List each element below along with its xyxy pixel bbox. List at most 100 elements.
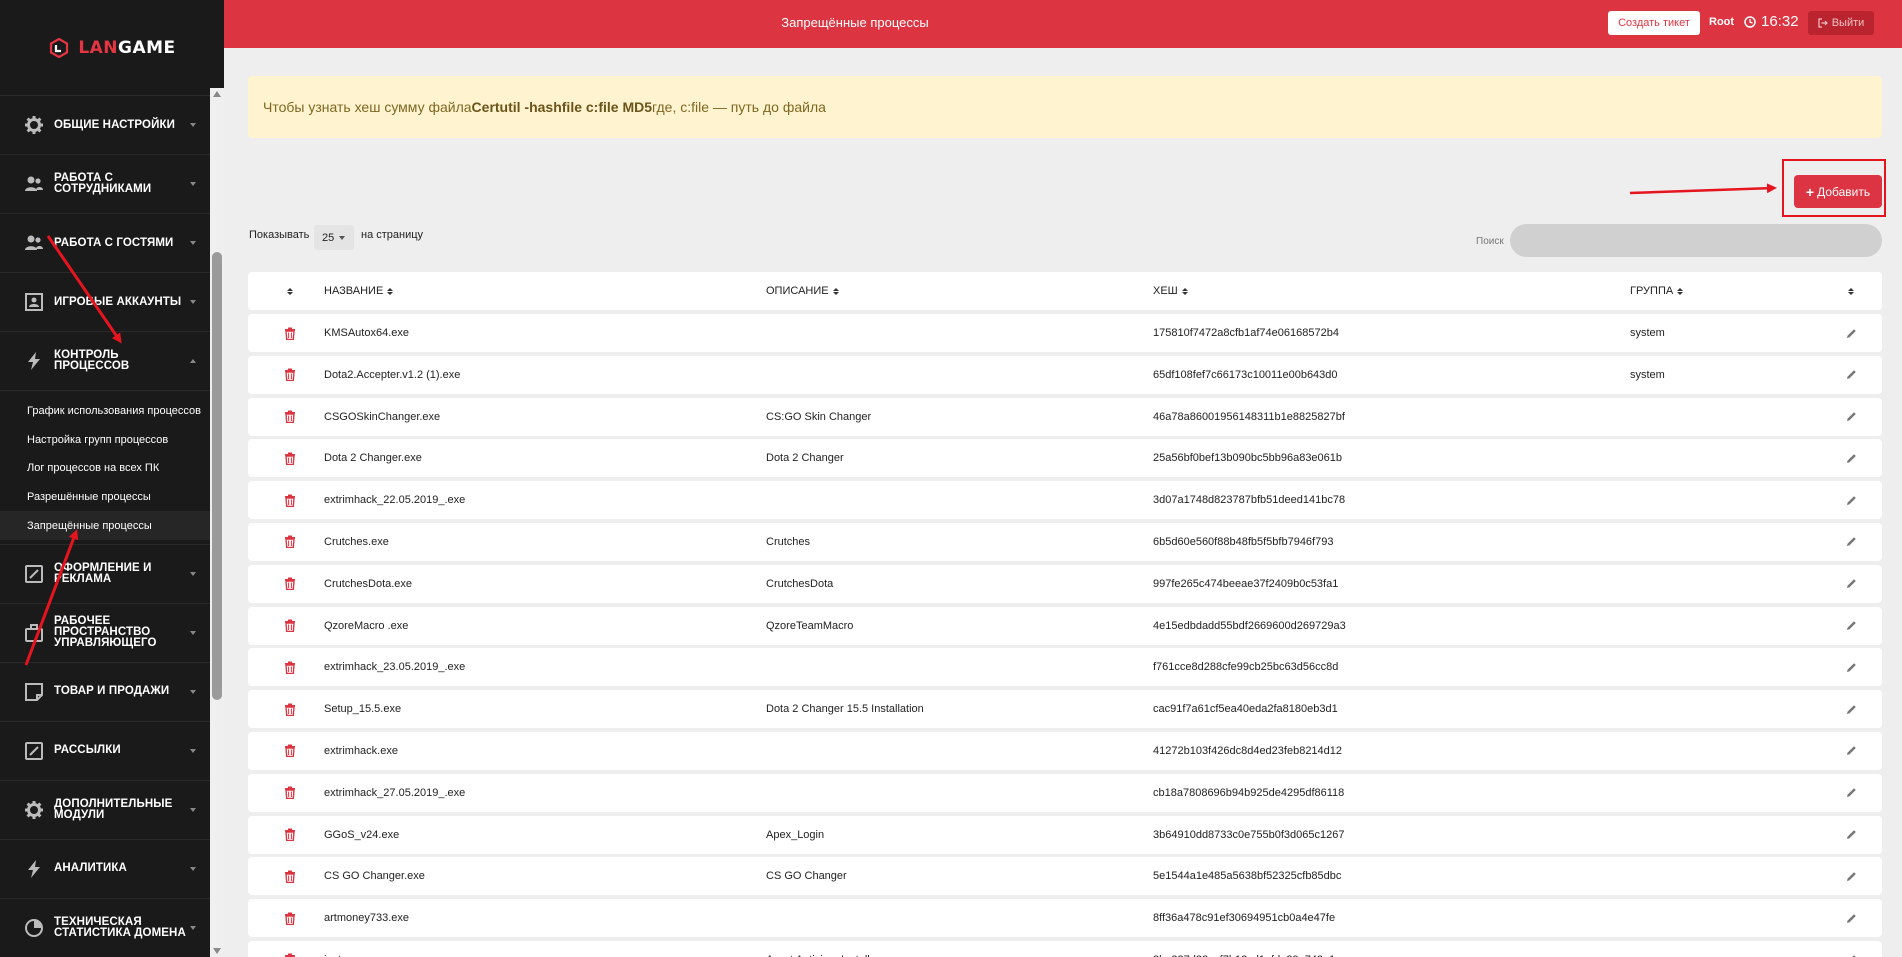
search-input[interactable] (1510, 224, 1882, 257)
sidebar-item-extra-modules[interactable]: Дополнительные модули (0, 781, 210, 840)
trash-icon[interactable] (284, 368, 296, 382)
pencil-icon[interactable] (1846, 871, 1857, 882)
delete-button[interactable] (248, 786, 324, 800)
delete-button[interactable] (248, 535, 324, 549)
column-hash[interactable]: Хеш (1153, 285, 1630, 297)
sidebar-item-staff[interactable]: Работа с сотрудниками (0, 155, 210, 214)
logo[interactable]: LANGAME (0, 0, 224, 96)
delete-button[interactable] (248, 870, 324, 883)
pencil-icon[interactable] (1846, 620, 1857, 631)
edit-button[interactable] (1820, 578, 1882, 589)
scroll-up-icon[interactable] (213, 91, 221, 97)
table-row[interactable]: CSGOSkinChanger.exe CS:GO Skin Changer 46a… (248, 397, 1882, 436)
sidebar-item-general-settings[interactable]: Общие настройки (0, 96, 210, 155)
pencil-icon[interactable] (1846, 913, 1857, 924)
pencil-icon[interactable] (1846, 536, 1857, 547)
trash-icon[interactable] (284, 535, 296, 549)
edit-button[interactable] (1820, 787, 1882, 798)
sidebar-subitem-allowed-processes[interactable]: Разрешённые процессы (0, 483, 210, 512)
edit-button[interactable] (1820, 453, 1882, 464)
table-row[interactable]: extrimhack_27.05.2019_.exe cb18a7808696b9… (248, 773, 1882, 812)
delete-button[interactable] (248, 410, 324, 424)
sidebar-item-manager-workspace[interactable]: Рабочее пространство управляющего (0, 604, 210, 663)
delete-button[interactable] (248, 452, 324, 465)
delete-button[interactable] (248, 368, 324, 382)
pencil-icon[interactable] (1846, 453, 1857, 464)
user-name[interactable]: Root (1709, 16, 1734, 28)
sidebar-item-goods-sales[interactable]: Товар и продажи (0, 663, 210, 722)
add-button[interactable]: + Добавить (1794, 175, 1882, 208)
sidebar-subitem-forbidden-processes[interactable]: Запрещённые процессы (0, 511, 210, 540)
trash-icon[interactable] (284, 786, 296, 800)
pencil-icon[interactable] (1846, 411, 1857, 422)
sidebar-item-guests[interactable]: Работа с гостями (0, 214, 210, 273)
create-ticket-button[interactable]: Создать тикет (1608, 11, 1700, 35)
delete-button[interactable] (248, 703, 324, 716)
trash-icon[interactable] (284, 870, 296, 883)
edit-button[interactable] (1820, 369, 1882, 380)
edit-button[interactable] (1820, 913, 1882, 924)
scroll-down-icon[interactable] (213, 948, 221, 954)
table-row[interactable]: Crutches.exe Crutches 6b5d60e560f88b48fb5f… (248, 522, 1882, 561)
sidebar-item-domain-stats[interactable]: Техническая статистика домена (0, 899, 210, 957)
delete-button[interactable] (248, 661, 324, 674)
pencil-icon[interactable] (1846, 704, 1857, 715)
delete-button[interactable] (248, 577, 324, 591)
edit-button[interactable] (1820, 411, 1882, 422)
column-description[interactable]: Описание (766, 285, 1153, 297)
trash-icon[interactable] (284, 577, 296, 591)
edit-button[interactable] (1820, 328, 1882, 339)
edit-button[interactable] (1820, 829, 1882, 840)
pencil-icon[interactable] (1846, 328, 1857, 339)
trash-icon[interactable] (284, 410, 296, 424)
delete-button[interactable] (248, 828, 324, 842)
scroll-thumb[interactable] (212, 252, 222, 700)
table-row[interactable]: Dota2.Accepter.v1.2 (1).exe 65df108fef7c6… (248, 355, 1882, 394)
pencil-icon[interactable] (1846, 662, 1857, 673)
edit-button[interactable] (1820, 536, 1882, 547)
table-row[interactable]: CrutchesDota.exe CrutchesDota 997fe265c474… (248, 564, 1882, 603)
sidebar-subitem-process-log[interactable]: Лог процессов на всех ПК (0, 454, 210, 483)
sidebar-item-game-accounts[interactable]: Игровые аккаунты (0, 273, 210, 332)
table-row[interactable]: artmoney733.exe 8ff36a478c91ef30694951cb0… (248, 899, 1882, 938)
delete-button[interactable] (248, 744, 324, 758)
sidebar-item-mailings[interactable]: Рассылки (0, 722, 210, 781)
table-row[interactable]: extrimhack_23.05.2019_.exe f761cce8d288cf… (248, 648, 1882, 687)
delete-button[interactable] (248, 619, 324, 633)
delete-button[interactable] (248, 953, 324, 957)
pencil-icon[interactable] (1846, 578, 1857, 589)
table-row[interactable]: Dota 2 Changer.exe Dota 2 Changer 25a56bf0… (248, 439, 1882, 478)
sidebar-subitem-usage-chart[interactable]: График использования процессов (0, 397, 210, 426)
table-row[interactable]: CS GO Changer.exe CS GO Changer 5e1544a1e4… (248, 857, 1882, 896)
edit-button[interactable] (1820, 745, 1882, 756)
table-row[interactable]: GGoS_v24.exe Apex_Login 3b64910dd8733c0e75… (248, 815, 1882, 854)
sidebar-item-process-control[interactable]: Контроль процессов (0, 332, 210, 391)
edit-button[interactable] (1820, 620, 1882, 631)
sort-column-handle[interactable] (248, 287, 324, 295)
table-row[interactable]: extrimhack_22.05.2019_.exe 3d07a1748d8237… (248, 481, 1882, 520)
edit-button[interactable] (1820, 704, 1882, 715)
sidebar-subitem-process-groups[interactable]: Настройка групп процессов (0, 426, 210, 455)
trash-icon[interactable] (284, 828, 296, 842)
pencil-icon[interactable] (1846, 787, 1857, 798)
table-row[interactable]: KMSAutox64.exe 175810f7472a8cfb1af74e0616… (248, 314, 1882, 352)
trash-icon[interactable] (284, 703, 296, 716)
edit-button[interactable] (1820, 871, 1882, 882)
sidebar-item-design-ads[interactable]: Оформление и реклама (0, 545, 210, 604)
delete-button[interactable] (248, 912, 324, 925)
delete-button[interactable] (248, 327, 324, 340)
table-row[interactable]: QzoreMacro .exe QzoreTeamMacro 4e15edbdadd… (248, 606, 1882, 645)
per-page-select[interactable]: 25 (314, 225, 354, 250)
trash-icon[interactable] (284, 912, 296, 925)
table-row[interactable]: instup.exeAvast Antivirus Installer3ba23… (248, 940, 1882, 957)
edit-button[interactable] (1820, 662, 1882, 673)
trash-icon[interactable] (284, 327, 296, 340)
pencil-icon[interactable] (1846, 369, 1857, 380)
sort-edit-column[interactable] (1820, 287, 1882, 295)
table-row[interactable]: Setup_15.5.exe Dota 2 Changer 15.5 Instal… (248, 690, 1882, 729)
trash-icon[interactable] (284, 744, 296, 758)
delete-button[interactable] (248, 494, 324, 507)
trash-icon[interactable] (284, 619, 296, 633)
column-group[interactable]: Группа (1630, 285, 1820, 297)
pencil-icon[interactable] (1846, 829, 1857, 840)
